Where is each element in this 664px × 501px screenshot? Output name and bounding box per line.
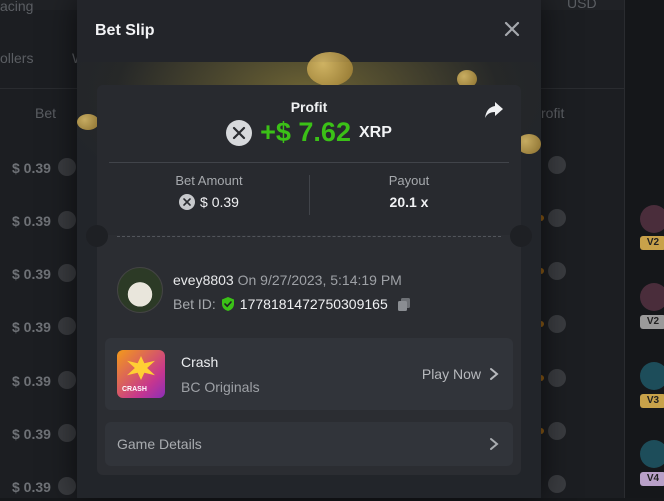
game-details-label: Game Details <box>117 436 202 452</box>
xrp-icon <box>58 424 76 442</box>
xrp-icon <box>226 119 253 146</box>
xrp-icon <box>548 475 566 493</box>
table-row: $ 0.39 <box>0 315 80 341</box>
bg-tab-racing: acing <box>0 0 34 14</box>
play-now-button[interactable]: Play Now <box>422 366 499 382</box>
vip-badge: V4 <box>640 472 664 486</box>
xrp-icon <box>548 422 566 440</box>
bet-amount-label: Bet Amount <box>175 173 243 188</box>
vip-badge: V3 <box>640 394 664 408</box>
avatar <box>640 205 664 233</box>
modal-header: Bet Slip <box>77 0 541 62</box>
bg-column-profit: rofit <box>541 105 565 121</box>
bg-currency: USD <box>567 0 597 11</box>
close-icon[interactable] <box>501 18 523 40</box>
profit-currency: XRP <box>358 123 392 141</box>
table-row: $ 0.39 <box>0 475 80 501</box>
share-icon[interactable] <box>483 99 509 125</box>
xrp-icon <box>58 317 76 335</box>
thumb-tag: CRASH <box>122 386 147 393</box>
row-amount: $ 0.39 <box>12 213 51 229</box>
bet-amount-stat: Bet Amount $ 0.39 <box>109 173 309 210</box>
game-card[interactable]: CRASH Crash BC Originals Play Now <box>105 338 513 410</box>
bet-slip-modal: Bet Slip Profit +$ 7.62 XRP Bet Amount $… <box>77 0 541 498</box>
profit-value: +$ 7.62 <box>260 117 351 147</box>
xrp-icon <box>58 371 76 389</box>
bet-id-value: 1778181472750309165 <box>239 296 388 312</box>
chevron-right-icon <box>489 367 499 381</box>
xrp-icon <box>58 477 76 495</box>
dashed-divider <box>117 236 501 237</box>
payout-value: 20.1 x <box>389 194 429 210</box>
table-row: $ 0.39 <box>0 262 80 288</box>
chevron-right-icon <box>489 437 499 451</box>
copy-icon[interactable] <box>396 296 412 312</box>
verified-shield-icon <box>220 296 236 312</box>
row-amount: $ 0.39 <box>12 266 51 282</box>
vip-badge: V2 <box>640 315 664 329</box>
crash-game-thumbnail[interactable]: CRASH <box>117 350 165 398</box>
xrp-icon <box>548 369 566 387</box>
row-amount: $ 0.39 <box>12 160 51 176</box>
user-line: evey8803 On 9/27/2023, 5:14:19 PM <box>173 272 402 288</box>
game-name: Crash <box>181 354 219 370</box>
table-row: $ 0.39 <box>0 156 80 182</box>
coin-decoration <box>77 114 99 130</box>
table-row: $ 0.39 <box>0 369 80 395</box>
avatar <box>640 283 664 311</box>
row-amount: $ 0.39 <box>12 319 51 335</box>
bet-details-card: Profit +$ 7.62 XRP Bet Amount $ 0.39 Pay… <box>86 85 532 475</box>
divider <box>109 162 509 163</box>
row-amount: $ 0.39 <box>12 426 51 442</box>
bg-tab-rollers: ollers <box>0 50 34 66</box>
avatar[interactable] <box>117 267 163 313</box>
bet-amount-value-row: $ 0.39 <box>109 194 309 210</box>
xrp-icon <box>58 264 76 282</box>
ticket-notch <box>510 225 532 247</box>
payout-stat: Payout 20.1 x <box>309 173 509 210</box>
coin-decoration <box>307 52 353 86</box>
game-details-button[interactable]: Game Details <box>105 422 513 466</box>
user-info: evey8803 On 9/27/2023, 5:14:19 PM Bet ID… <box>117 267 501 313</box>
avatar <box>640 440 664 468</box>
profit-summary: Profit +$ 7.62 XRP Bet Amount $ 0.39 Pay… <box>97 85 521 235</box>
bg-column-bet: Bet <box>35 105 57 121</box>
ticket-notch <box>86 225 108 247</box>
table-row: $ 0.39 <box>0 209 80 235</box>
xrp-icon <box>548 262 566 280</box>
table-row: $ 0.39 <box>0 422 80 448</box>
row-amount: $ 0.39 <box>12 373 51 389</box>
xrp-icon <box>58 158 76 176</box>
avatar <box>640 362 664 390</box>
burst-icon <box>127 356 155 380</box>
xrp-icon <box>548 156 566 174</box>
xrp-icon <box>58 211 76 229</box>
bet-id-row: Bet ID: 1778181472750309165 <box>173 296 412 312</box>
bet-amount-value: $ 0.39 <box>200 194 239 210</box>
username[interactable]: evey8803 <box>173 272 234 288</box>
row-amount: $ 0.39 <box>12 479 51 495</box>
xrp-icon <box>179 194 196 210</box>
payout-label: Payout <box>388 173 430 188</box>
bet-id-label: Bet ID: <box>173 296 216 312</box>
modal-title: Bet Slip <box>95 22 155 39</box>
xrp-icon <box>548 315 566 333</box>
vip-badge: V2 <box>640 236 664 250</box>
profit-label: Profit <box>290 99 328 115</box>
play-now-label: Play Now <box>421 366 481 382</box>
bet-date: On 9/27/2023, 5:14:19 PM <box>237 272 402 288</box>
xrp-icon <box>548 209 566 227</box>
profit-row: +$ 7.62 XRP <box>97 117 521 148</box>
game-provider: BC Originals <box>181 379 260 395</box>
